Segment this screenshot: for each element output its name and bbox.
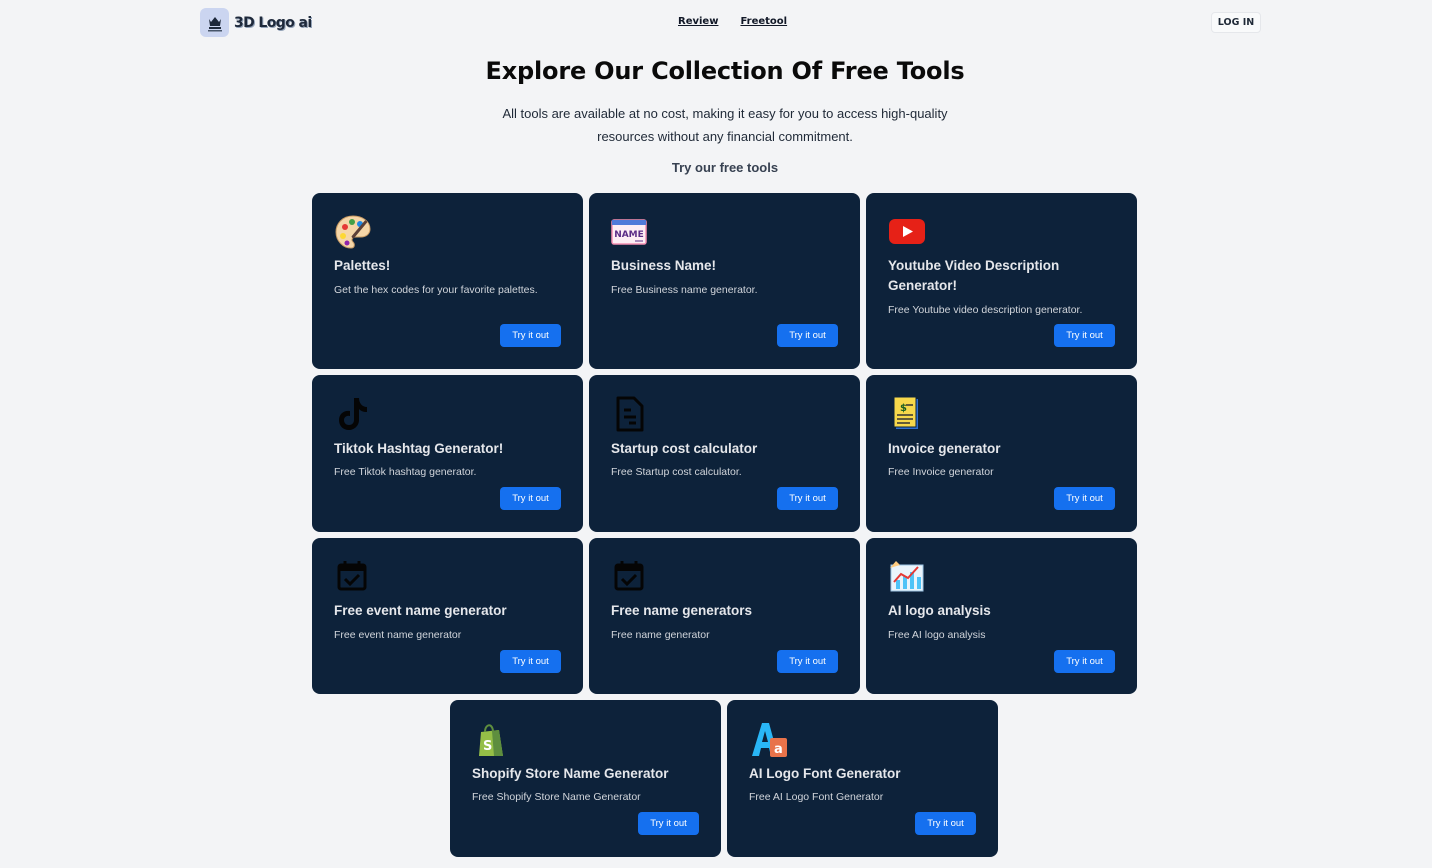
calendar-check-icon: [611, 558, 649, 596]
tool-card-ai-logo-font[interactable]: a AI Logo Font Generator Free AI Logo Fo…: [727, 700, 998, 857]
tool-card-shopify-store-name[interactable]: S Shopify Store Name Generator Free Shop…: [450, 700, 721, 857]
logo-badge-icon: [200, 8, 229, 37]
svg-text:S: S: [483, 739, 492, 754]
tool-card-invoice[interactable]: $ Invoice generator Free Invoice generat…: [866, 375, 1137, 532]
font-icon: a: [749, 720, 787, 758]
card-title: Palettes!: [334, 258, 391, 273]
card-title: Shopify Store Name Generator: [472, 766, 669, 781]
card-description: Free Youtube video description generator…: [888, 304, 1083, 316]
try-it-out-button[interactable]: Try it out: [777, 650, 838, 673]
card-title: Youtube Video Description Generator!: [888, 258, 1060, 293]
card-description: Free Tiktok hashtag generator.: [334, 466, 477, 478]
card-title: AI Logo Font Generator: [749, 766, 901, 781]
chart-icon: [888, 558, 926, 596]
card-description: Free Invoice generator: [888, 466, 994, 478]
card-title: Business Name!: [611, 258, 717, 273]
tool-card-ai-logo-analysis[interactable]: AI logo analysis Free AI logo analysis T…: [866, 538, 1137, 694]
tool-card-palettes[interactable]: Palettes! Get the hex codes for your fav…: [312, 193, 583, 369]
tool-card-business-name[interactable]: NAME Business Name! Free Business name g…: [589, 193, 860, 369]
top-header: 3D Logo ai Review Freetool LOG IN: [0, 0, 1432, 44]
try-it-out-button[interactable]: Try it out: [915, 812, 976, 835]
youtube-icon: [888, 217, 926, 255]
try-it-out-button[interactable]: Try it out: [1054, 487, 1115, 510]
logo-link[interactable]: 3D Logo ai: [200, 8, 312, 37]
card-description: Free AI Logo Font Generator: [749, 791, 884, 803]
card-description: Get the hex codes for your favorite pale…: [334, 284, 538, 296]
tool-card-name-generators[interactable]: Free name generators Free name generator…: [589, 538, 860, 694]
invoice-icon: $: [888, 395, 926, 433]
card-title: Free event name generator: [334, 603, 507, 618]
shopify-bag-icon: S: [472, 722, 510, 760]
nav-link-review[interactable]: Review: [678, 16, 718, 27]
page-title: Explore Our Collection Of Free Tools: [485, 57, 965, 85]
nav-link-freetool[interactable]: Freetool: [740, 16, 787, 27]
main-nav: Review Freetool: [678, 16, 787, 27]
tool-card-tiktok-hashtag[interactable]: Tiktok Hashtag Generator! Free Tiktok ha…: [312, 375, 583, 532]
card-description: Free Startup cost calculator.: [611, 466, 742, 478]
try-it-out-button[interactable]: Try it out: [500, 487, 561, 510]
card-description: Free Business name generator.: [611, 284, 758, 296]
section-label: Try our free tools: [671, 160, 779, 175]
palette-icon: [334, 213, 372, 251]
card-title: Tiktok Hashtag Generator!: [334, 441, 504, 456]
card-description: Free name generator: [611, 629, 710, 641]
tool-card-startup-cost[interactable]: Startup cost calculator Free Startup cos…: [589, 375, 860, 532]
card-title: Invoice generator: [888, 441, 1001, 456]
card-title: Free name generators: [611, 603, 753, 618]
card-description: Free event name generator: [334, 629, 462, 641]
try-it-out-button[interactable]: Try it out: [777, 487, 838, 510]
login-button[interactable]: LOG IN: [1211, 12, 1261, 33]
tiktok-icon: [334, 395, 372, 433]
try-it-out-button[interactable]: Try it out: [500, 650, 561, 673]
card-title: AI logo analysis: [888, 603, 991, 618]
svg-text:$: $: [900, 403, 907, 414]
card-description: Free AI logo analysis: [888, 629, 986, 641]
page-subtitle: All tools are available at no cost, maki…: [502, 106, 948, 144]
try-it-out-button[interactable]: Try it out: [500, 324, 561, 347]
card-description: Free Shopify Store Name Generator: [472, 791, 641, 803]
name-tag-icon: NAME: [611, 215, 649, 253]
try-it-out-button[interactable]: Try it out: [638, 812, 699, 835]
document-icon: [611, 395, 649, 433]
card-title: Startup cost calculator: [611, 441, 758, 456]
try-it-out-button[interactable]: Try it out: [1054, 650, 1115, 673]
try-it-out-button[interactable]: Try it out: [1054, 324, 1115, 347]
calendar-check-icon: [334, 558, 372, 596]
tool-card-youtube-description[interactable]: Youtube Video Description Generator! Fre…: [866, 193, 1137, 369]
try-it-out-button[interactable]: Try it out: [777, 324, 838, 347]
logo-text: 3D Logo ai: [234, 14, 312, 31]
tool-card-event-name[interactable]: Free event name generator Free event nam…: [312, 538, 583, 694]
svg-text:a: a: [774, 742, 783, 757]
svg-text:NAME: NAME: [614, 230, 644, 240]
